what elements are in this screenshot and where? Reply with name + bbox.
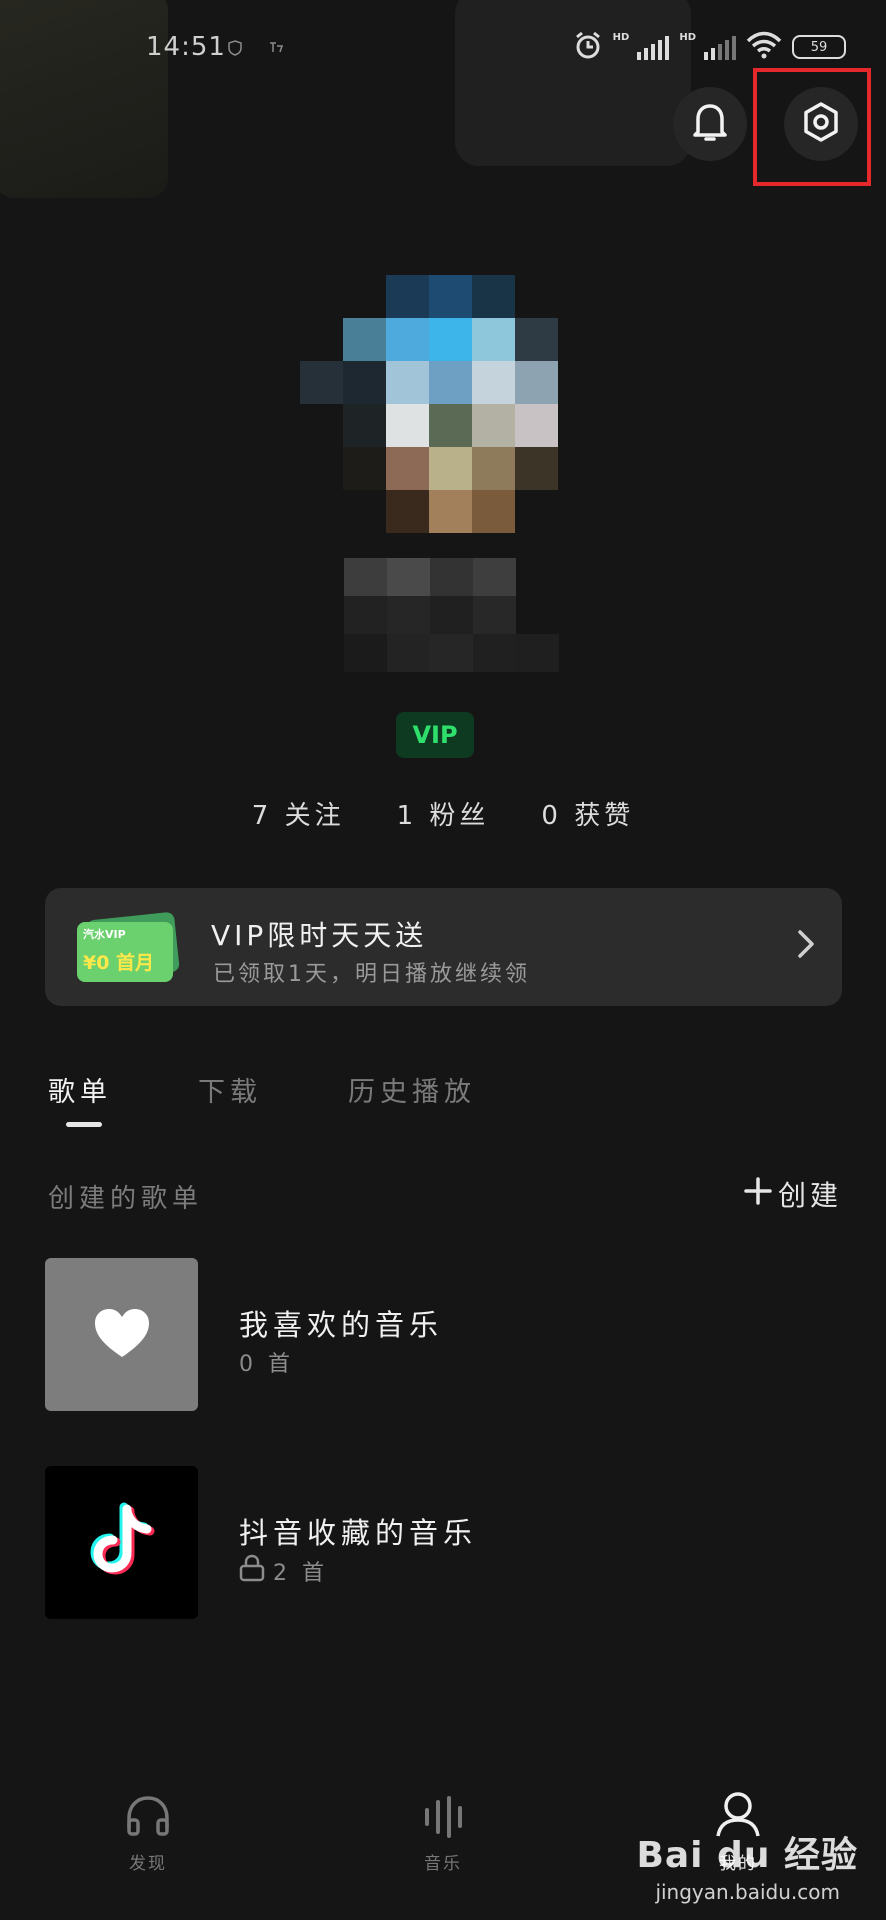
background-banner-right <box>455 0 691 166</box>
followers-count[interactable]: 1 粉丝 <box>397 795 490 832</box>
lock-icon <box>239 1554 265 1588</box>
wifi-icon <box>746 31 782 63</box>
baidu-watermark-url: jingyan.baidu.com <box>655 1880 840 1904</box>
username-blurred <box>344 558 560 672</box>
nav-discover[interactable]: 发现 <box>68 1794 228 1874</box>
equalizer-icon <box>419 1794 467 1843</box>
playlist-count-text: 2 首 <box>273 1561 328 1586</box>
status-time: 14:51 <box>146 32 226 62</box>
alarm-icon <box>573 30 603 64</box>
chevron-right-icon <box>796 928 816 968</box>
shield-status-icon <box>228 40 244 56</box>
signal-icon-2 <box>704 34 736 60</box>
playlist-cover-douyin <box>45 1466 198 1619</box>
plus-icon <box>744 1176 772 1212</box>
bell-icon <box>690 100 730 148</box>
promo-title: VIP限时天天送 <box>211 919 428 952</box>
tab-downloads[interactable]: 下载 <box>198 1070 262 1109</box>
nav-music[interactable]: 音乐 <box>363 1794 523 1874</box>
create-label: 创建 <box>777 1179 842 1212</box>
likes-count[interactable]: 0 获赞 <box>541 795 634 832</box>
status-indicators: HD HD 59 <box>573 30 846 64</box>
app-status-icon <box>268 40 284 56</box>
baidu-watermark-logo: Bai du 经验 <box>636 1835 858 1876</box>
nav-label: 音乐 <box>424 1854 462 1874</box>
playlist-count: 0 首 <box>239 1346 294 1378</box>
heart-icon <box>93 1307 151 1363</box>
playlist-row-douyin[interactable]: 抖音收藏的音乐 2 首 <box>45 1466 845 1619</box>
create-playlist-button[interactable]: 创建 <box>744 1174 842 1214</box>
vip-badge[interactable]: VIP <box>396 712 474 758</box>
background-banner-left <box>0 0 168 198</box>
playlist-row-liked[interactable]: 我喜欢的音乐 0 首 <box>45 1258 845 1411</box>
tab-playlists[interactable]: 歌单 <box>48 1070 112 1109</box>
following-count[interactable]: 7 关注 <box>252 795 345 832</box>
notification-button[interactable] <box>673 87 747 161</box>
ticket-brand: 汽水VIP <box>83 928 126 941</box>
avatar[interactable] <box>300 275 560 533</box>
hd-label-1: HD <box>612 31 630 43</box>
vip-promo-card[interactable]: 汽水VIP ¥0 首月 VIP限时天天送 已领取1天，明日播放继续领 <box>45 888 842 1006</box>
hd-label-2: HD <box>679 31 696 43</box>
active-tab-indicator <box>66 1122 102 1127</box>
library-tabs: 歌单 下载 历史播放 <box>48 1070 476 1109</box>
battery-indicator: 59 <box>792 35 846 59</box>
ticket-offer: ¥0 首月 <box>83 952 155 974</box>
vip-ticket-icon: 汽水VIP ¥0 首月 <box>77 911 180 982</box>
profile-stats: 7 关注 1 粉丝 0 获赞 <box>0 795 886 832</box>
created-playlists-heading: 创建的歌单 <box>48 1184 204 1214</box>
playlist-count-text: 0 首 <box>239 1352 294 1377</box>
playlist-title: 我喜欢的音乐 <box>239 1308 444 1342</box>
highlight-annotation-box <box>753 68 871 186</box>
signal-icon-1 <box>637 34 670 60</box>
playlist-count: 2 首 <box>239 1554 328 1588</box>
tab-history[interactable]: 历史播放 <box>348 1070 476 1109</box>
nav-label: 发现 <box>129 1854 167 1874</box>
promo-subtitle: 已领取1天，明日播放继续领 <box>213 962 530 987</box>
playlist-cover-liked <box>45 1258 198 1411</box>
headphones-icon <box>124 1794 172 1843</box>
playlist-title: 抖音收藏的音乐 <box>239 1516 478 1550</box>
tiktok-logo-icon <box>87 1501 157 1585</box>
